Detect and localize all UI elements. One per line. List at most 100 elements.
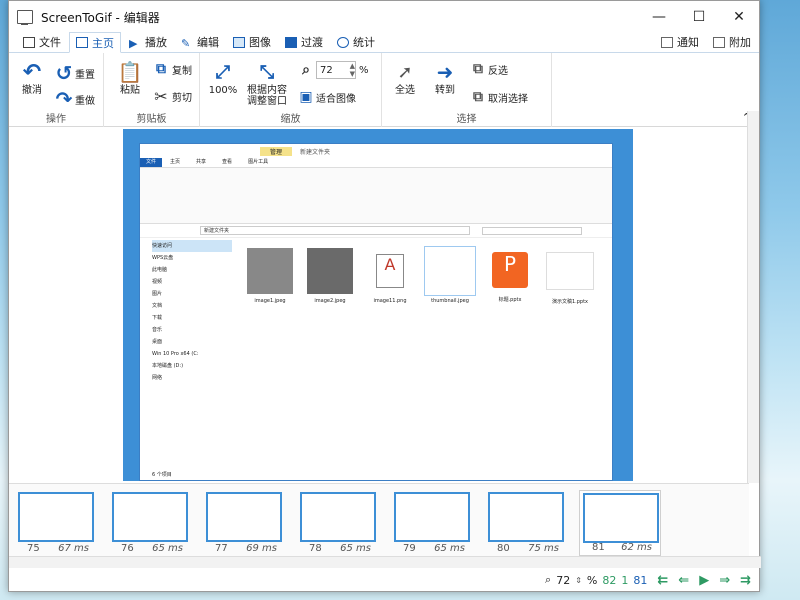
pv-manage-tab: 管理: [260, 146, 293, 156]
home-icon: [76, 37, 88, 48]
deselect-button[interactable]: ⧉ 取消选择: [468, 89, 528, 105]
pv-photo-thumb: [307, 248, 353, 294]
vertical-scrollbar[interactable]: [747, 111, 759, 483]
status-zoom: 72: [556, 573, 571, 587]
status-current-frame: 81: [633, 573, 648, 587]
invert-selection-button[interactable]: ⧉ 反选: [468, 61, 508, 77]
frame-canvas: 管理 新建文件夹 文件 主页 共享 查看 图片工具 新建文件夹 快速访问 WPS…: [9, 127, 749, 482]
pv-pptx-thumb: [546, 252, 594, 290]
transition-icon: [285, 36, 297, 48]
pv-address-bar: 新建文件夹: [200, 226, 470, 235]
group-clipboard: 📋 粘贴 ⧉ 复制 ✂ 剪切 剪贴板: [104, 53, 200, 127]
notification-icon: [661, 36, 673, 48]
copy-icon: ⧉: [156, 61, 166, 77]
pv-photo-thumb: [247, 248, 293, 294]
copy-button[interactable]: ⧉ 复制: [150, 61, 192, 77]
zoom-spinner-icon[interactable]: ⇕: [575, 576, 582, 585]
goto-button[interactable]: ➜ 转到: [428, 59, 462, 97]
pv-sidebar: 快速访问 WPS云盘 此电脑 视频 图片 文档 下载 音乐 桌面 Win 10 …: [140, 240, 232, 470]
frame-thumbnail[interactable]: 76 65 ms: [109, 490, 191, 556]
status-selected-count: 1: [621, 573, 629, 587]
fit-to-content-button[interactable]: ⤡ 根据内容 调整窗口: [244, 59, 290, 107]
fit-image-button[interactable]: ▣ 适合图像: [296, 89, 356, 105]
cut-button[interactable]: ✂ 剪切: [150, 87, 192, 106]
frame-image: [300, 492, 376, 542]
scissors-icon: ✂: [154, 87, 168, 106]
play-icon[interactable]: ▶: [699, 573, 709, 588]
zoom-100-button[interactable]: ⤢ 100%: [206, 59, 240, 96]
zoom-input[interactable]: 72 ▲ ▼: [316, 61, 356, 79]
close-button[interactable]: ✕: [719, 1, 759, 33]
horizontal-scrollbar[interactable]: [9, 556, 761, 568]
cursor-icon: ➚: [397, 61, 413, 83]
title-bar: ScreenToGif - 编辑器 — ☐ ✕: [9, 1, 759, 33]
frame-image: [394, 492, 470, 542]
frame-image: [112, 492, 188, 542]
minimize-button[interactable]: —: [639, 1, 679, 33]
frame-thumbnail[interactable]: 79 65 ms: [391, 490, 473, 556]
ribbon: ↶ 撤消 ↺ 重置 ↷ 重做 操作 📋 粘贴 ⧉ 复制 ✂ 剪切 剪贴板 ⤢ 1…: [9, 53, 759, 127]
image-icon: [233, 36, 245, 48]
attach-icon: [713, 36, 725, 48]
editor-window: ScreenToGif - 编辑器 — ☐ ✕ 文件 主页 ▶ 播放 ✎ 编辑 图像…: [8, 0, 761, 592]
clipboard-icon: 📋: [117, 59, 143, 84]
pv-pptx-icon: P: [492, 252, 528, 288]
pv-status: 6 个项目: [152, 472, 172, 478]
pv-share-tab: 共享: [196, 159, 207, 165]
window-title: ScreenToGif - 编辑器: [41, 10, 160, 25]
tab-play[interactable]: ▶ 播放: [123, 32, 173, 52]
status-bar: ⌕ 72 ⇕ % 82 1 81 ⇇ ⇐ ▶ ⇒ ⇉: [9, 569, 759, 591]
frame-image: [18, 492, 94, 542]
pv-pictools-tab: 图片工具: [248, 159, 269, 165]
monitor-icon: [17, 10, 33, 25]
select-all-button[interactable]: ➚ 全选: [388, 59, 422, 96]
invert-icon: ⧉: [473, 61, 483, 77]
group-actions: ↶ 撤消 ↺ 重置 ↷ 重做 操作: [9, 53, 104, 127]
redo-icon: ↷: [55, 87, 73, 111]
frame-thumbnail[interactable]: 75 67 ms: [15, 490, 97, 556]
pv-letter-a-icon: A: [376, 254, 404, 288]
tab-file[interactable]: 文件: [17, 32, 67, 52]
tab-image[interactable]: 图像: [227, 32, 277, 52]
pv-slide-thumb: [424, 246, 476, 296]
magnifier-icon: ⌕: [302, 62, 310, 78]
deselect-icon: ⧉: [473, 89, 483, 105]
next-frame-icon[interactable]: ⇒: [719, 573, 730, 588]
maximize-button[interactable]: ☐: [679, 1, 719, 33]
info-icon: [337, 36, 349, 48]
redo-button[interactable]: ↷ 重做: [53, 87, 95, 111]
group-zoom: ⤢ 100% ⤡ 根据内容 调整窗口 ⌕ 72 ▲ ▼ % ▣ 适合图像 缩放: [200, 53, 382, 127]
tab-statistics[interactable]: 统计: [331, 32, 381, 52]
frame-image: [206, 492, 282, 542]
pv-home-tab: 主页: [170, 159, 181, 165]
tab-home[interactable]: 主页: [69, 32, 121, 53]
file-icon: [23, 36, 35, 48]
previous-frame-icon[interactable]: ⇐: [678, 573, 689, 588]
pv-search-box: [482, 226, 582, 235]
ribbon-tabs: 文件 主页 ▶ 播放 ✎ 编辑 图像 过渡 统计 通知 附加: [9, 32, 759, 53]
paste-button[interactable]: 📋 粘贴: [116, 59, 144, 97]
play-icon: ▶: [129, 36, 138, 50]
pv-ribbon: [140, 168, 612, 224]
tab-edit[interactable]: ✎ 编辑: [175, 32, 225, 52]
frame-thumbnail[interactable]: 77 69 ms: [203, 490, 285, 556]
undo-icon: ↶: [22, 59, 42, 85]
attach-button[interactable]: 附加: [707, 32, 757, 52]
fullscreen-icon: ⤢: [215, 61, 231, 83]
notify-button[interactable]: 通知: [655, 32, 705, 52]
tab-transitions[interactable]: 过渡: [279, 32, 329, 52]
last-frame-icon[interactable]: ⇉: [740, 573, 751, 588]
pv-file-tab: 文件: [140, 158, 163, 167]
frame-image: [488, 492, 564, 542]
undo-button[interactable]: ↶ 撤消: [17, 59, 47, 96]
pv-view-tab: 查看: [222, 159, 233, 165]
frame-thumbnail-selected[interactable]: 81 62 ms: [579, 490, 661, 556]
first-frame-icon[interactable]: ⇇: [657, 573, 668, 588]
frame-thumbnail[interactable]: 78 65 ms: [297, 490, 379, 556]
zoom-spinner[interactable]: ▲ ▼: [350, 62, 355, 78]
fit-image-icon: ▣: [299, 89, 313, 105]
reset-button[interactable]: ↺ 重置: [53, 61, 95, 85]
frame-strip: 75 67 ms 76 65 ms 77 69 ms 78 65 ms 79 65 ms …: [9, 483, 749, 558]
frame-thumbnail[interactable]: 80 75 ms: [485, 490, 567, 556]
resize-window-icon: ⤡: [259, 61, 275, 83]
